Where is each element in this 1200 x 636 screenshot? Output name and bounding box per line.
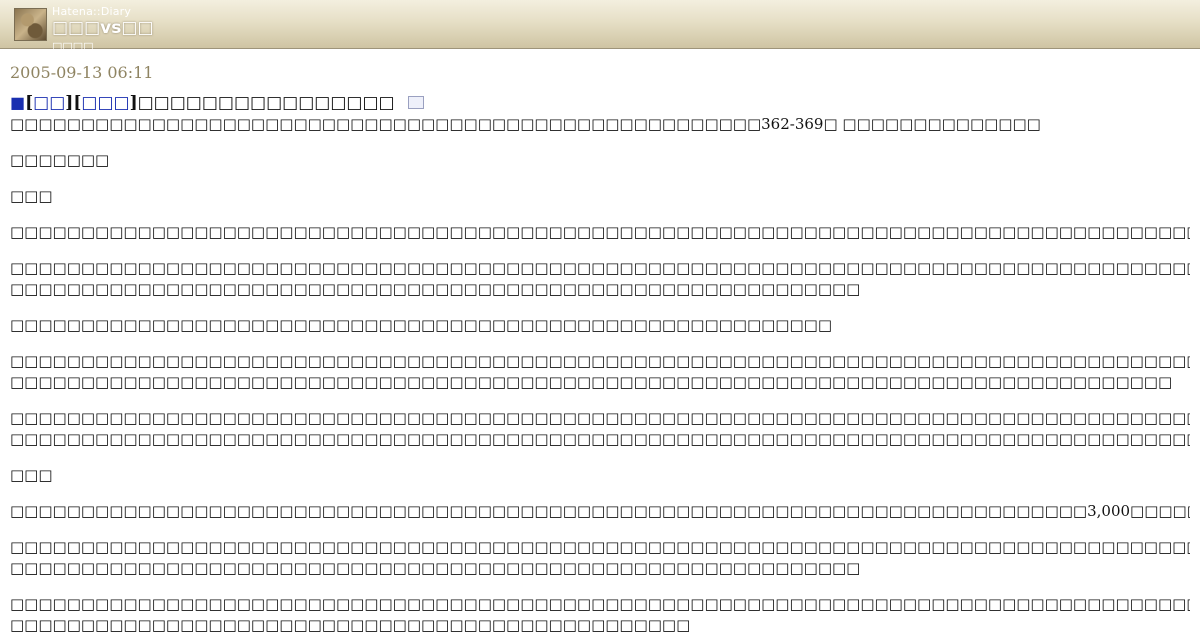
paragraph: □□□□□□□□□□□□□□□□□□□□□□□□□□□□□□□□□□□□□□□□…: [10, 115, 1041, 133]
entry-body: □□□□□□□□□□□□□□□□□□□□□□□□□□□□□□□□□□□□□□□□…: [10, 114, 1190, 636]
paragraph: □□□□□□□□□□□□□□□□□□□□□□□□□□□□□□□□□□□□□□□□…: [10, 258, 1190, 300]
paragraph: □□□□□□□□□□□□□□□□□□□□□□□□□□□□□□□□□□□□□□□□…: [10, 316, 832, 334]
blog-subtitle: □□□□: [52, 40, 94, 53]
paragraph-line: □□□□□□□□□□□□□□□□□□□□□□□□□□□□□□□□□□□□□□□□…: [10, 352, 1190, 370]
paragraph-line: □□□□□□□□□□□□□□□□□□□□□□□□□□□□□□□□□□□□□□□□…: [10, 595, 1190, 613]
paragraph-line: □□□□□□□□□□□□□□□□□□□□□□□□□□□□□□□□□□□□□□□□…: [10, 430, 1190, 448]
brand-logo-text[interactable]: Hatena::Diary: [52, 5, 131, 18]
paragraph: □□□□□□□□□□□□□□□□□□□□□□□□□□□□□□□□□□□□□□□□…: [10, 537, 1190, 579]
bracket-close-2: ]: [129, 93, 138, 113]
section-heading: □□□: [10, 187, 53, 205]
category-link-1[interactable]: □□: [33, 93, 65, 113]
paragraph-line: □□□□□□□□□□□□□□□□□□□□□□□□□□□□□□□□□□□□□□□□…: [10, 538, 1190, 556]
paragraph-line: □□□□□□□□□□□□□□□□□□□□□□□□□□□□□□□□□□□□□□□□…: [10, 373, 1173, 391]
entry-title: ■[□□][□□□]□□□□□□□□□□□□□□□□: [10, 92, 1190, 114]
site-header: Hatena::Diary □□□vs□□ □□□□: [0, 0, 1200, 53]
blog-title[interactable]: □□□vs□□: [52, 18, 154, 38]
main-content: 2005-09-13 06:11 ■[□□][□□□]□□□□□□□□□□□□□…: [0, 63, 1200, 636]
paragraph: □□□□□□□□□□□□□□□□□□□□□□□□□□□□□□□□□□□□□□□□…: [10, 502, 1190, 520]
entry-title-text: □□□□□□□□□□□□□□□□: [137, 93, 395, 113]
paragraph: □□□□□□□□□□□□□□□□□□□□□□□□□□□□□□□□□□□□□□□□…: [10, 223, 1190, 241]
square-icon[interactable]: ■: [10, 93, 25, 112]
paragraph-line: □□□□□□□□□□□□□□□□□□□□□□□□□□□□□□□□□□□□□□□□…: [10, 616, 691, 634]
category-link-2[interactable]: □□□: [81, 93, 129, 113]
paragraph-line: □□□□□□□□□□□□□□□□□□□□□□□□□□□□□□□□□□□□□□□□…: [10, 280, 861, 298]
paragraph-line: □□□□□□□□□□□□□□□□□□□□□□□□□□□□□□□□□□□□□□□□…: [10, 409, 1190, 427]
clip-icon[interactable]: [408, 96, 425, 109]
section-heading: □□□: [10, 466, 53, 484]
paragraph: □□□□□□□: [10, 151, 110, 169]
avatar[interactable]: [14, 8, 47, 41]
paragraph-line: □□□□□□□□□□□□□□□□□□□□□□□□□□□□□□□□□□□□□□□□…: [10, 559, 861, 577]
paragraph: □□□□□□□□□□□□□□□□□□□□□□□□□□□□□□□□□□□□□□□□…: [10, 408, 1190, 450]
bracket-open: [: [25, 93, 34, 113]
entry-date[interactable]: 2005-09-13 06:11: [10, 63, 1190, 82]
paragraph: □□□□□□□□□□□□□□□□□□□□□□□□□□□□□□□□□□□□□□□□…: [10, 351, 1190, 393]
paragraph-line: □□□□□□□□□□□□□□□□□□□□□□□□□□□□□□□□□□□□□□□□…: [10, 259, 1190, 277]
